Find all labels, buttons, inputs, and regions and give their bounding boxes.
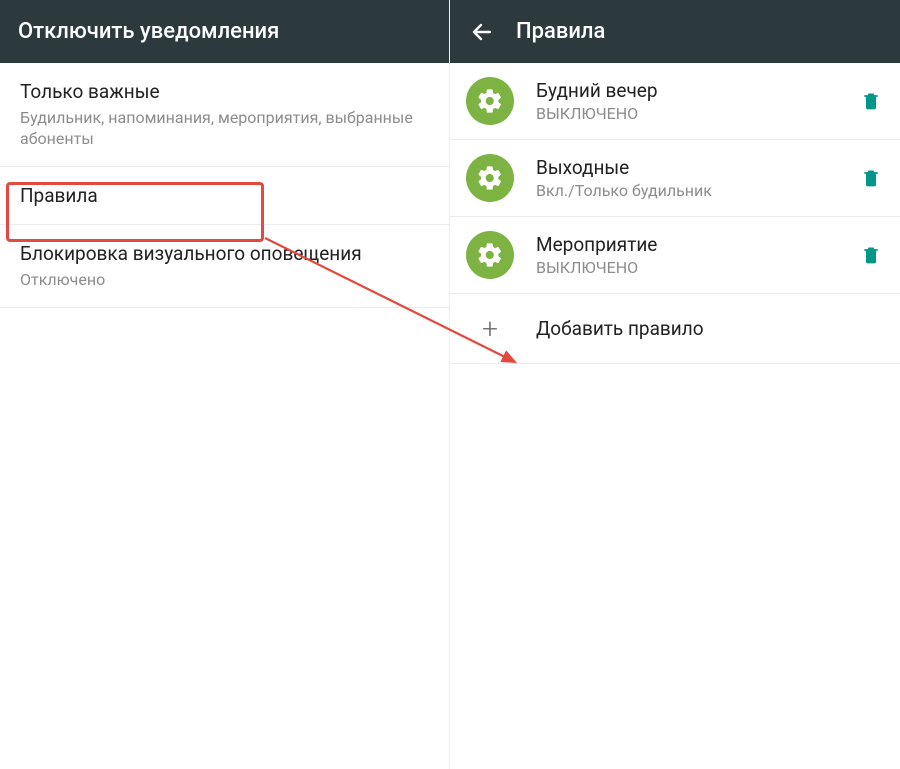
item-visual-block-subtitle: Отключено bbox=[20, 269, 429, 291]
item-visual-block-title: Блокировка визуального оповещения bbox=[20, 241, 429, 267]
rule-subtitle: Вкл./Только будильник bbox=[536, 181, 858, 200]
rule-title: Мероприятие bbox=[536, 233, 858, 256]
rule-text: Мероприятие ВЫКЛЮЧЕНО bbox=[536, 233, 858, 277]
trash-icon bbox=[861, 90, 881, 112]
gear-icon bbox=[466, 231, 514, 279]
delete-button[interactable] bbox=[858, 242, 884, 268]
rule-row-weeknight[interactable]: Будний вечер ВЫКЛЮЧЕНО bbox=[450, 63, 900, 140]
right-panel: Правила Будний вечер ВЫКЛЮЧЕНО Выходные … bbox=[450, 0, 900, 769]
rule-title: Будний вечер bbox=[536, 79, 858, 102]
right-header: Правила bbox=[450, 0, 900, 63]
left-header: Отключить уведомления bbox=[0, 0, 449, 63]
rule-subtitle: ВЫКЛЮЧЕНО bbox=[536, 104, 858, 123]
rule-text: Будний вечер ВЫКЛЮЧЕНО bbox=[536, 79, 858, 123]
back-arrow-icon bbox=[470, 20, 494, 44]
item-rules[interactable]: Правила bbox=[0, 167, 449, 226]
rule-row-weekend[interactable]: Выходные Вкл./Только будильник bbox=[450, 140, 900, 217]
right-header-title: Правила bbox=[516, 19, 605, 44]
left-panel: Отключить уведомления Только важные Буди… bbox=[0, 0, 450, 769]
item-priority-only-subtitle: Будильник, напоминания, мероприятия, выб… bbox=[20, 107, 429, 150]
item-priority-only-title: Только важные bbox=[20, 79, 429, 105]
delete-button[interactable] bbox=[858, 165, 884, 191]
trash-icon bbox=[861, 167, 881, 189]
back-button[interactable] bbox=[468, 18, 496, 46]
gear-icon bbox=[466, 154, 514, 202]
rule-text: Выходные Вкл./Только будильник bbox=[536, 156, 858, 200]
delete-button[interactable] bbox=[858, 88, 884, 114]
rule-subtitle: ВЫКЛЮЧЕНО bbox=[536, 258, 858, 277]
plus-icon: + bbox=[466, 312, 514, 345]
item-visual-block[interactable]: Блокировка визуального оповещения Отключ… bbox=[0, 225, 449, 307]
gear-icon bbox=[466, 77, 514, 125]
trash-icon bbox=[861, 244, 881, 266]
rule-row-event[interactable]: Мероприятие ВЫКЛЮЧЕНО bbox=[450, 217, 900, 294]
item-priority-only[interactable]: Только важные Будильник, напоминания, ме… bbox=[0, 63, 449, 167]
item-rules-title: Правила bbox=[20, 183, 429, 209]
rule-title: Выходные bbox=[536, 156, 858, 179]
left-header-title: Отключить уведомления bbox=[18, 19, 279, 44]
add-rule-button[interactable]: + Добавить правило bbox=[450, 294, 900, 364]
add-rule-label: Добавить правило bbox=[536, 317, 704, 340]
